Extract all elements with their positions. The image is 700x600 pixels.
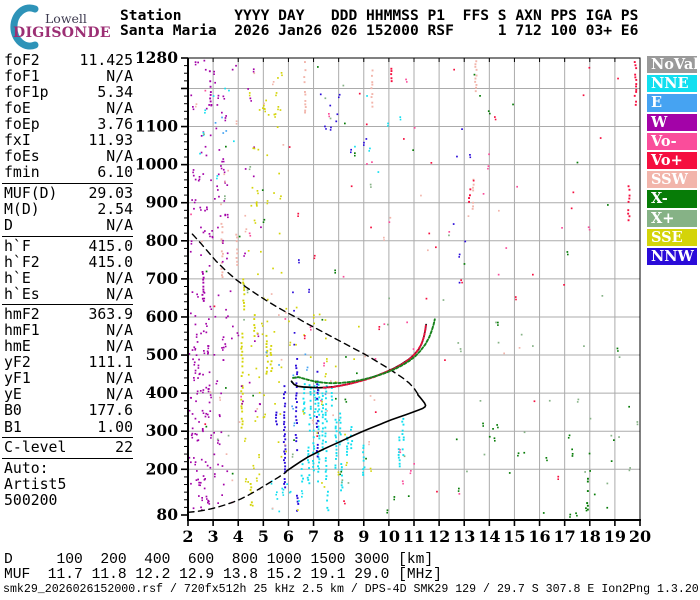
legend-item-xminus: X- [647,190,697,208]
x-axis-tick-label: 12 [428,527,450,546]
y-axis-tick-label: 800 [146,231,179,250]
x-axis-tick-label: 9 [358,527,369,546]
y-axis-tick-label: 700 [146,269,179,288]
x-axis-tick-label: 4 [233,527,244,546]
x-axis-tick-label: 13 [453,527,475,546]
legend-item-vominus: Vo- [647,132,697,150]
profile-bottom-model [187,471,287,513]
x-axis-tick-label: 6 [283,527,294,546]
y-axis-tick-label: 300 [146,421,179,440]
legend-item-noval: NoVal [647,56,699,74]
y-axis-tick-label: 900 [146,193,179,212]
footer-status-line: smk29_2026026152000.rsf / 720fx512h 25 k… [3,583,699,596]
legend-item-nne: NNE [647,75,697,93]
x-axis-tick-label: 2 [182,527,193,546]
legend-item-voplus: Vo+ [647,151,697,170]
y-axis-tick-label: 400 [146,383,179,402]
distance-row: D 100 200 400 600 800 1000 1500 3000 [km… [4,552,434,568]
x-axis-tick-label: 5 [258,527,269,546]
y-axis-tick-label: 1100 [135,117,178,136]
direction-legend: NoVal NNE E W Vo- Vo+ SSW X- X+ SSE NNW [647,56,699,267]
x-axis-tick-label: 18 [579,527,601,546]
muf-row: MUF 11.7 11.8 12.2 12.9 13.8 15.2 19.1 2… [4,566,442,583]
x-axis-tick-label: 7 [308,527,319,546]
y-axis-tick-label: 600 [146,307,179,326]
x-axis-tick-label: 14 [478,527,500,546]
legend-item-sse: SSE [647,228,697,246]
profile-topside-model [188,230,419,395]
x-axis-tick-label: 17 [554,527,576,546]
y-axis-tick-label: 1000 [135,155,178,174]
x-axis-tick-label: 11 [403,527,425,546]
legend-item-ssw: SSW [647,171,697,189]
x-axis-tick-label: 15 [503,527,525,546]
F2-virtual-height-trace [290,323,427,389]
ionogram-plot: 1280 1100 1000 900 800 700 600 500 400 300 200 802 3… [135,48,651,546]
x-axis-tick-label: 20 [629,527,651,546]
x-axis-tick-label: 8 [333,527,344,546]
ionogram-viewer: Lowell DIGISONDE Station YYYY DAY DDD HH… [0,0,700,600]
y-axis-tick-label: 80 [156,505,178,524]
legend-item-w: W [647,113,697,131]
x-axis-tick-label: 3 [208,527,219,546]
y-axis-tick-label: 1280 [135,48,178,67]
y-axis-tick-label: 200 [146,459,179,478]
x-axis-tick-label: 16 [528,527,550,546]
legend-item-xplus: X+ [647,209,697,227]
y-axis-tick-label: 500 [146,345,179,364]
legend-item-nnw: NNW [647,247,697,266]
legend-item-e: E [647,94,697,112]
x-axis-tick-label: 19 [604,527,626,546]
x-axis-tick-label: 10 [378,527,400,546]
